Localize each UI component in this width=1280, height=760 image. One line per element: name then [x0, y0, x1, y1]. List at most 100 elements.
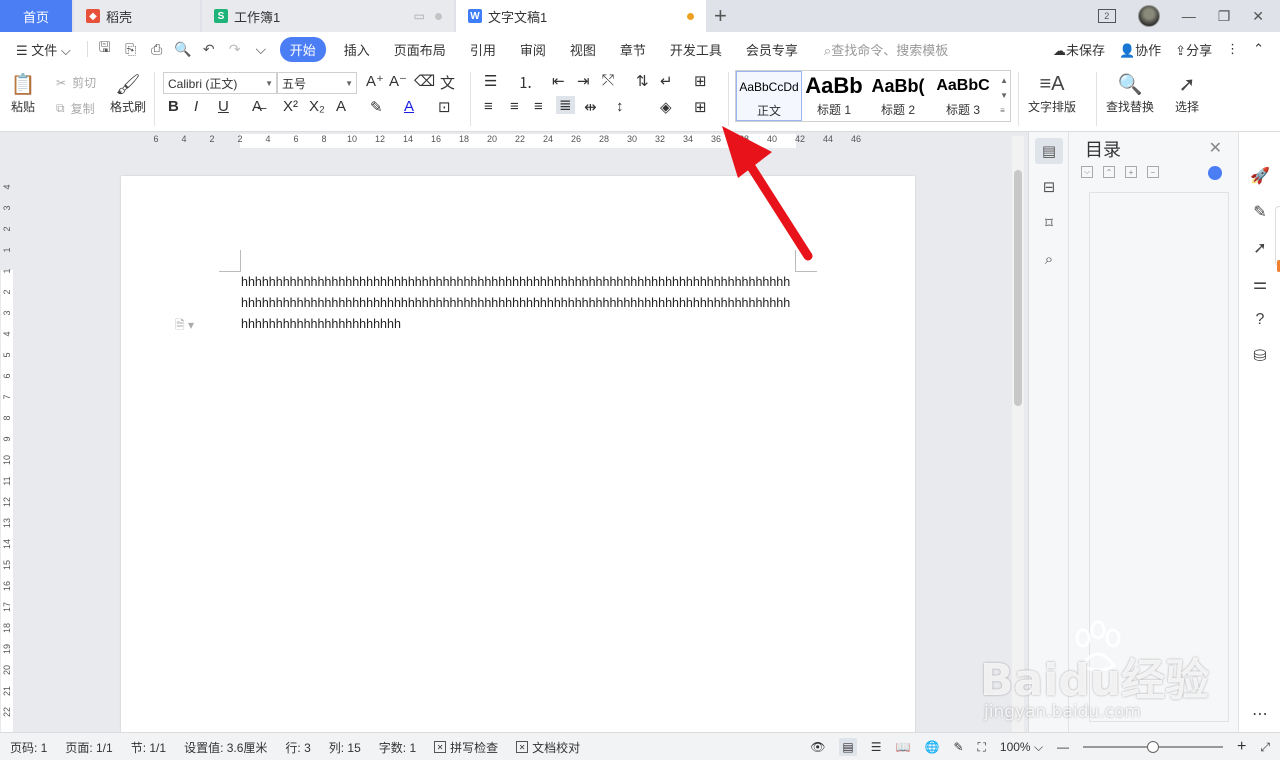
menu-tab-vip[interactable]: 会员专享: [734, 40, 810, 59]
clear-format-icon[interactable]: ⌫: [414, 72, 435, 90]
menu-tab-start[interactable]: 开始: [279, 36, 326, 62]
align-right-icon[interactable]: ≡: [534, 98, 543, 115]
paste-button[interactable]: 📋 粘贴: [10, 70, 36, 115]
char-border-icon[interactable]: ⊡: [438, 98, 451, 116]
pen-icon[interactable]: ✎: [1247, 200, 1273, 224]
zoom-slider[interactable]: [1083, 741, 1224, 753]
expand-icon[interactable]: ⌵: [1081, 166, 1093, 178]
spell-check-button[interactable]: ✕ 拼写检查: [434, 739, 498, 756]
menu-tab-chapter[interactable]: 章节: [608, 40, 658, 59]
new-tab-button[interactable]: +: [714, 3, 727, 29]
cut-button[interactable]: ✂ 剪切: [56, 74, 96, 91]
fullscreen-icon[interactable]: ⤢: [1260, 740, 1270, 755]
gallery-scroll[interactable]: ▲ ▼ ≡: [1000, 73, 1008, 118]
tab-sheet[interactable]: S 工作簿1 ▭: [202, 0, 454, 32]
scrollbar-thumb[interactable]: [1014, 170, 1022, 406]
subscript-icon[interactable]: X₂: [309, 98, 325, 115]
italic-icon[interactable]: I: [194, 98, 198, 115]
find-replace-button[interactable]: 🔍 查找替换: [1106, 70, 1154, 115]
superscript-icon[interactable]: X²: [283, 98, 298, 115]
fit-page-icon[interactable]: ⛶: [978, 740, 986, 755]
style-heading-3[interactable]: AaBbC 标题 3: [930, 71, 996, 121]
font-name-select[interactable]: Calibri (正文) ▼: [163, 72, 277, 94]
font-size-select[interactable]: 五号 ▼: [277, 72, 357, 94]
document-body[interactable]: hhhhhhhhhhhhhhhhhhhhhhhhhhhhhhhhhhhhhhhh…: [241, 272, 797, 335]
redo-icon[interactable]: ↷: [222, 41, 248, 58]
align-center-icon[interactable]: ≡: [510, 98, 519, 115]
eye-icon[interactable]: 👁: [810, 740, 825, 754]
vertical-ruler[interactable]: 4 3 2 1 1 2 3 4 5 6 7 8 9 10 11 12 13 14 15 16 17 18 19 20 21 22: [0, 150, 14, 732]
underline-icon[interactable]: U: [218, 98, 229, 115]
rocket-icon[interactable]: 🚀: [1247, 164, 1273, 188]
status-pages[interactable]: 页面: 1/1: [65, 739, 112, 756]
toc-list[interactable]: [1089, 192, 1229, 722]
remove-icon[interactable]: −: [1147, 166, 1159, 178]
bullet-list-icon[interactable]: ☰: [484, 72, 497, 90]
command-search[interactable]: ⌕查找命令、搜索模板: [810, 40, 948, 59]
style-heading-1[interactable]: AaBb 标题 1: [802, 71, 866, 121]
menu-tab-developer[interactable]: 开发工具: [658, 40, 734, 59]
save-icon[interactable]: 🖫: [92, 37, 118, 61]
add-icon[interactable]: +: [1125, 166, 1137, 178]
tab-doc[interactable]: W 文字文稿1: [456, 0, 706, 32]
decrease-indent-icon[interactable]: ⇤: [552, 72, 565, 90]
style-normal[interactable]: AaBbCcDd 正文: [736, 71, 802, 121]
horizontal-ruler[interactable]: 6 4 2 2 4 6 8 10 12 14 16 18 20 22 24 26 28 30 32 34 36 38 40 4…: [0, 132, 1010, 150]
status-section[interactable]: 节: 1/1: [131, 739, 166, 756]
zoom-slider-knob[interactable]: [1147, 741, 1160, 753]
avatar[interactable]: [1137, 5, 1160, 27]
file-menu[interactable]: ☰ 文件 ⌵: [0, 40, 83, 59]
print-icon[interactable]: ⎙: [144, 41, 170, 58]
toc-icon[interactable]: ▤: [1035, 138, 1063, 164]
number-list-icon[interactable]: ⒈: [518, 72, 533, 93]
style-heading-2[interactable]: AaBb( 标题 2: [866, 71, 930, 121]
select-button[interactable]: ➚ 选择: [1174, 70, 1200, 115]
format-painter-button[interactable]: 🖌 格式刷: [110, 70, 146, 115]
collab-button[interactable]: 👤协作: [1119, 40, 1161, 59]
vertical-scrollbar[interactable]: [1012, 136, 1024, 732]
outline-view-icon[interactable]: ☰: [871, 740, 882, 754]
doc-proof-button[interactable]: ✕ 文档校对: [516, 739, 580, 756]
zoom-out-icon[interactable]: —: [1057, 740, 1069, 754]
close-icon[interactable]: ✕: [1252, 8, 1264, 25]
export-icon[interactable]: ⎘: [118, 41, 144, 58]
window-icon[interactable]: ▭: [414, 9, 425, 23]
window-count-icon[interactable]: 2: [1097, 9, 1116, 23]
web-view-icon[interactable]: 🌐: [924, 740, 939, 754]
line-spacing-icon[interactable]: ↕: [616, 98, 624, 115]
minimize-icon[interactable]: —: [1182, 8, 1196, 24]
status-word-count[interactable]: 字数: 1: [379, 739, 416, 756]
distribute-icon[interactable]: ⇹: [584, 98, 597, 116]
close-dot-icon[interactable]: [435, 12, 442, 20]
zoom-level[interactable]: 100% ⌵: [1000, 740, 1043, 755]
help-icon[interactable]: ?: [1247, 308, 1273, 332]
align-left-icon[interactable]: ≡: [484, 98, 493, 115]
search-icon[interactable]: ⌕: [1035, 246, 1063, 272]
styles-gallery[interactable]: AaBbCcDd 正文 AaBb 标题 1 AaBb( 标题 2 AaBbC 标…: [735, 70, 1011, 122]
status-page-number[interactable]: 页码: 1: [10, 739, 47, 756]
show-marks-icon[interactable]: ↵: [660, 72, 673, 90]
backup-icon[interactable]: ⛁: [1247, 344, 1273, 368]
chinese-layout-icon[interactable]: ⤲: [602, 72, 614, 89]
restore-icon[interactable]: ❐: [1218, 8, 1231, 25]
status-setting[interactable]: 设置值: 3.6厘米: [184, 739, 267, 756]
grow-font-icon[interactable]: A⁺: [366, 72, 384, 90]
menu-tab-review[interactable]: 审阅: [508, 40, 558, 59]
sort-icon[interactable]: ⇅: [636, 72, 649, 90]
print-preview-icon[interactable]: 🔍: [170, 41, 196, 58]
undo-icon[interactable]: ↶: [196, 41, 222, 58]
justify-icon[interactable]: ≣: [556, 96, 575, 114]
sidebar-handle[interactable]: [1275, 206, 1280, 266]
font-color-icon[interactable]: A: [404, 98, 414, 115]
menu-tab-reference[interactable]: 引用: [458, 40, 508, 59]
highlight-icon[interactable]: ✎: [370, 98, 383, 116]
strikethrough-icon[interactable]: A̶: [252, 98, 262, 115]
share-button[interactable]: ⇪分享: [1175, 40, 1212, 59]
zoom-in-icon[interactable]: +: [1237, 738, 1246, 756]
document-page[interactable]: 🗎 ▾ hhhhhhhhhhhhhhhhhhhhhhhhhhhhhhhhhhhh…: [121, 176, 915, 736]
bold-icon[interactable]: B: [168, 98, 179, 115]
text-effect-icon[interactable]: A: [336, 98, 346, 115]
pointer-icon[interactable]: ➚: [1247, 236, 1273, 260]
more-icon[interactable]: ⋮: [1226, 41, 1239, 57]
copy-button[interactable]: ⧉ 复制: [56, 100, 95, 117]
